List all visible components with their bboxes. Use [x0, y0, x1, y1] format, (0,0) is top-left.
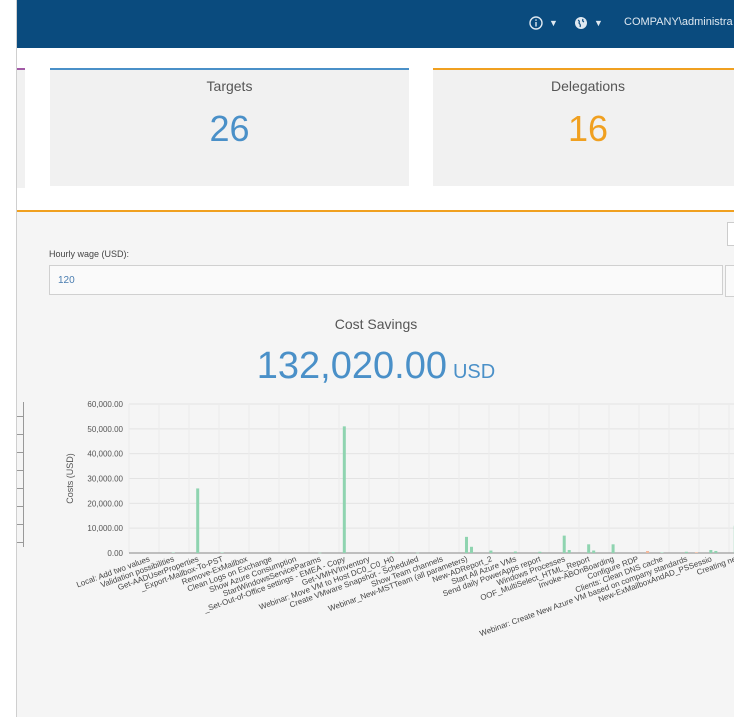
side-control[interactable] [727, 222, 734, 246]
bar [196, 488, 200, 553]
bar [538, 551, 542, 553]
bar [709, 550, 713, 553]
y-axis-label: Costs (USD) [65, 453, 75, 504]
app-frame: ▼ ▼ COMPANY\administra Targets 26 Delega… [16, 0, 734, 717]
globe-icon [575, 17, 587, 29]
user-name: COMPANY\administra [624, 16, 733, 28]
chevron-down-icon: ▼ [549, 18, 558, 28]
bar [171, 552, 175, 554]
card-value: 16 [567, 108, 609, 149]
bar [318, 552, 322, 554]
summary-cards: Targets 26 Delegations 16 [17, 48, 734, 212]
bar [646, 551, 650, 553]
bar [567, 550, 571, 553]
bar [489, 550, 493, 553]
top-navbar: ▼ ▼ COMPANY\administra [17, 0, 734, 48]
bar [587, 544, 591, 553]
card-title: Delegations [551, 78, 625, 94]
user-menu[interactable]: COMPANY\administra [624, 16, 733, 28]
bar [391, 552, 395, 553]
cost-savings-unit: USD [452, 361, 496, 383]
bar [694, 552, 698, 553]
bar [220, 552, 224, 554]
bar [513, 551, 517, 553]
card-title: Targets [206, 78, 253, 94]
y-tick-label: 40,000.00 [87, 450, 123, 459]
input-addon[interactable] [725, 265, 734, 297]
cost-savings-title: Cost Savings [334, 316, 418, 332]
y-tick-label: 0.00 [107, 549, 123, 558]
cost-savings-value: 132,020.00 [256, 345, 447, 387]
cost-savings-total: 132,020.00 USD [17, 345, 734, 388]
targets-card[interactable]: Targets 26 [50, 68, 409, 186]
bar [469, 546, 473, 553]
y-tick-label: 10,000.00 [87, 524, 123, 533]
globe-menu[interactable]: ▼ [574, 16, 603, 30]
chevron-down-icon: ▼ [594, 18, 603, 28]
bar [592, 550, 596, 553]
y-tick-label: 30,000.00 [87, 475, 123, 484]
bar [464, 536, 468, 553]
y-tick-label: 60,000.00 [87, 400, 123, 409]
bar [562, 535, 566, 553]
cost-savings-chart: 60,000.00 50,000.00 40,000.00 30,000.00 20,0… [65, 400, 734, 638]
wage-label: Hourly wage (USD): [49, 249, 130, 259]
bar [660, 552, 664, 554]
delegations-card[interactable]: Delegations 16 [433, 68, 734, 186]
bar [714, 551, 718, 553]
bar [342, 426, 346, 553]
y-tick-label: 20,000.00 [87, 499, 123, 508]
info-icon [529, 16, 543, 30]
bar [416, 552, 420, 554]
hourly-wage-input[interactable] [49, 265, 723, 295]
card-partial [17, 68, 25, 188]
info-menu[interactable]: ▼ [529, 16, 558, 30]
y-tick-label: 50,000.00 [87, 425, 123, 434]
card-value: 26 [209, 108, 250, 149]
bar [611, 544, 615, 553]
bar [684, 551, 688, 553]
